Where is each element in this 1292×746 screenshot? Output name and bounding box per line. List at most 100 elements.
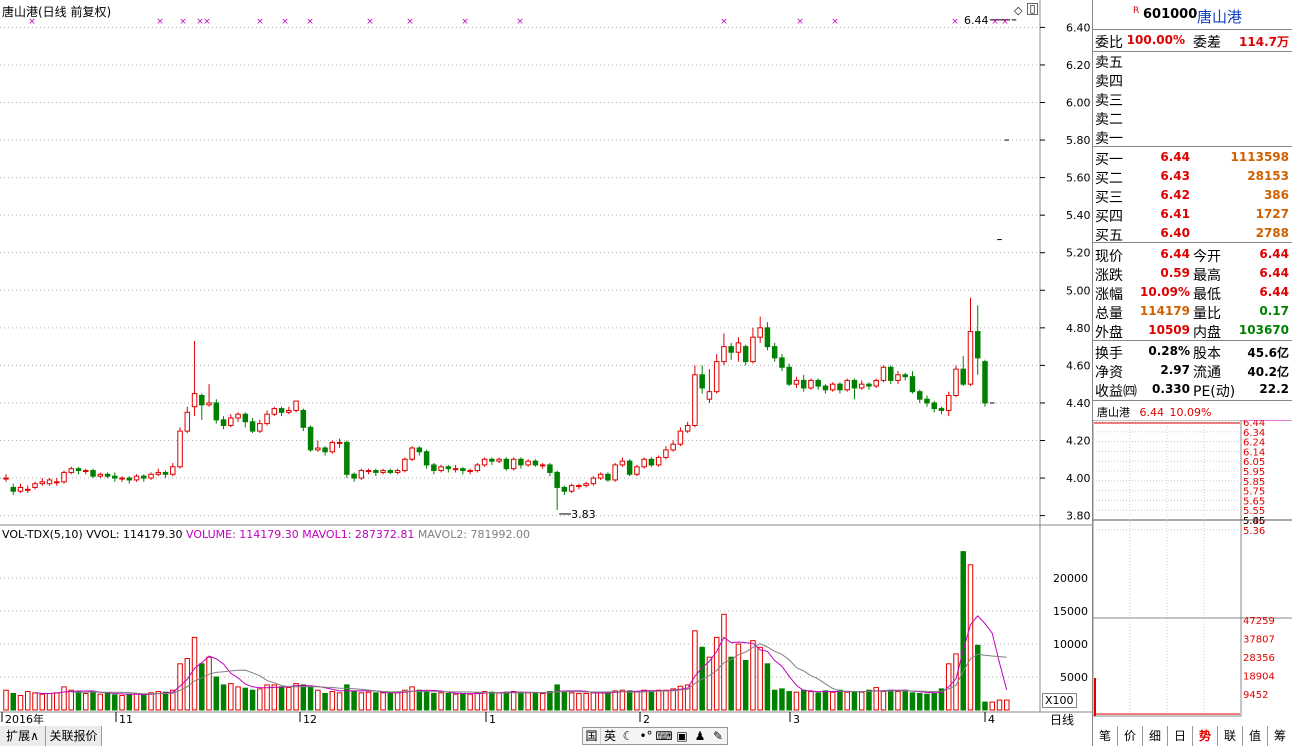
quote-tab[interactable]: 日 [1168, 726, 1193, 746]
volume-unit-label: X100 [1042, 693, 1077, 708]
candle-body [394, 470, 401, 473]
mini-vol-label: 9452 [1243, 690, 1268, 701]
guo-icon[interactable]: 国 [583, 728, 601, 744]
event-marker: × [306, 17, 314, 27]
wrench-icon[interactable]: ✎ [709, 728, 727, 744]
stock-name[interactable]: 唐山港 [1197, 6, 1242, 27]
event-marker: × [951, 17, 959, 27]
quote-tab[interactable]: 价 [1118, 726, 1143, 746]
tab-expand[interactable]: 扩展∧ [0, 726, 46, 746]
row-value: 6.43 [1160, 169, 1190, 183]
candle-body [684, 424, 691, 432]
row-value-2: 6.44 [1259, 266, 1289, 280]
tab-related-quotes[interactable]: 关联报价 [46, 726, 102, 746]
candle-body [663, 449, 669, 458]
quote-tab[interactable]: 细 [1143, 726, 1168, 746]
candle-body [141, 475, 147, 479]
event-marker: × [256, 17, 264, 27]
candle-body [90, 470, 96, 477]
volume-bar [619, 689, 626, 711]
candle-body [445, 466, 452, 470]
volume-bar [300, 684, 307, 711]
mini-vol-bar [1094, 678, 1096, 716]
period-label[interactable]: 日线 [1050, 711, 1074, 728]
diamond-icon[interactable]: ◇ [1014, 4, 1022, 17]
volume-bar [982, 701, 988, 711]
event-marker: × [281, 17, 289, 27]
volume-bar [409, 686, 415, 711]
candle-body [916, 391, 923, 400]
quote-tab[interactable]: 笔 [1093, 726, 1118, 746]
volume-bar [329, 691, 336, 711]
volume-bar [800, 689, 807, 711]
mini-price-label: 5.36 [1243, 526, 1265, 537]
row-value: 114179 [1139, 304, 1190, 318]
row-label-2: 内盘 [1193, 325, 1221, 341]
shirt-icon[interactable]: ▣ [673, 728, 691, 744]
volume-bar [220, 684, 227, 711]
volume-bar [315, 689, 321, 711]
volume-bar [271, 684, 278, 711]
low-label: 3.83 [571, 508, 596, 521]
volume-bar [257, 688, 263, 711]
candle-body [3, 477, 9, 480]
volume-bar [445, 693, 452, 711]
candle-body [605, 473, 611, 481]
volume-bar [764, 663, 771, 711]
candle-body [293, 400, 299, 411]
date-tick-label: 4 [988, 713, 995, 726]
volume-bar [989, 701, 995, 711]
keyboard-icon[interactable]: ⌨ [655, 728, 673, 744]
volume-value: VOLUME: 114179.30 [186, 528, 299, 541]
volume-bar [365, 691, 372, 711]
person-icon[interactable]: ♟ [691, 728, 709, 744]
candle-body [612, 464, 618, 481]
candle-body [713, 361, 720, 393]
row-label: 收益㈣ [1095, 384, 1137, 400]
ellipsis-icon[interactable]: •° [637, 728, 655, 744]
candle-body [771, 346, 778, 359]
price-tick-label: 6.40 [1066, 21, 1091, 34]
candle-body [953, 368, 959, 396]
moon-icon[interactable]: ☾ [619, 728, 637, 744]
quote-tab[interactable]: 值 [1243, 726, 1268, 746]
candle-body [866, 383, 872, 387]
wc-label: 委差 [1193, 35, 1221, 51]
volume-bar [61, 686, 67, 711]
quote-tab[interactable]: 势 [1193, 726, 1218, 746]
volume-bar [967, 564, 974, 711]
candle-body [851, 379, 858, 389]
mini-intraday-chart[interactable]: 6.446.346.246.146.055.955.855.755.655.55… [1093, 420, 1292, 725]
en-icon[interactable]: 英 [601, 728, 619, 744]
volume-bar [394, 692, 401, 711]
buy-volume: 2788 [1255, 226, 1289, 240]
candle-body [32, 483, 38, 488]
volume-bar [844, 691, 850, 711]
candle-body [336, 441, 343, 444]
high-label: 6.44 [964, 14, 989, 27]
stat-row: 外盘 10509 内盘 103670 [1093, 321, 1292, 341]
stat-row: 涨幅 10.09% 最低 6.44 [1093, 283, 1292, 303]
kline-svg[interactable]: 6.40 6.20 6.00 5.80 5.60 5.40 5.20 5.00 4.80 4.60… [0, 0, 1092, 746]
volume-bar [670, 688, 676, 711]
mini-vol-label: 37807 [1243, 635, 1275, 646]
candle-body [873, 379, 879, 387]
window-toggle-icon[interactable]: ▯ [1027, 3, 1038, 15]
volume-bar [895, 691, 901, 711]
volume-bar [39, 693, 46, 711]
price-tick-label: 5.60 [1066, 172, 1091, 185]
buy-row: 买一 6.44 1113598 [1093, 148, 1292, 168]
candle-body [126, 477, 133, 481]
volume-bar [54, 692, 60, 711]
quote-tab[interactable]: 联 [1218, 726, 1243, 746]
event-marker: × [366, 17, 374, 27]
stock-code: 601000 [1143, 7, 1198, 22]
volume-bar [423, 691, 430, 711]
candle-body [742, 346, 749, 363]
volume-bar [481, 691, 488, 711]
row-label-2: 流通 [1193, 365, 1221, 381]
volume-bar [358, 692, 365, 711]
kline-chart-area[interactable]: 6.40 6.20 6.00 5.80 5.60 5.40 5.20 5.00 4.80 4.60… [0, 0, 1092, 746]
volume-bar [162, 691, 169, 711]
quote-tab[interactable]: 筹 [1268, 726, 1292, 746]
